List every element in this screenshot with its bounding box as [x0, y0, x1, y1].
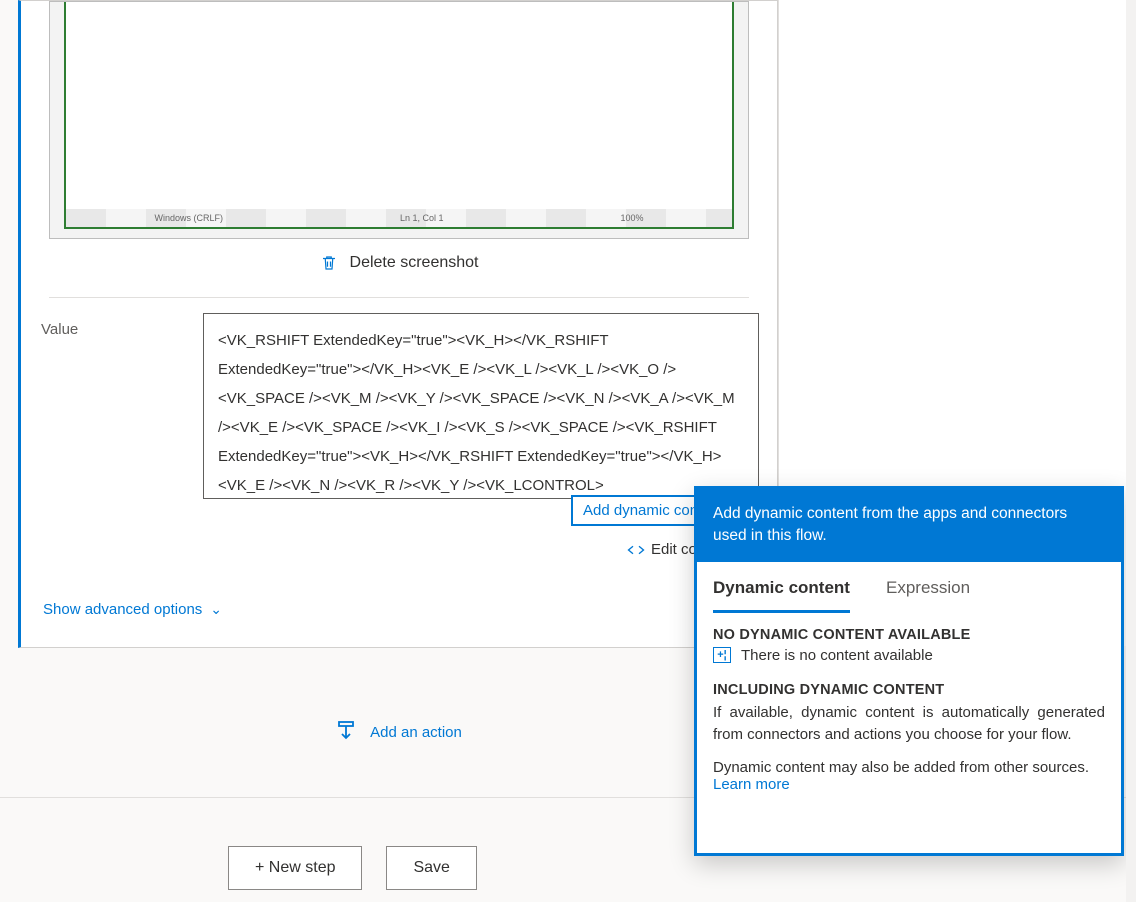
insert-box-icon: +¦: [713, 647, 731, 663]
screenshot-inner: Windows (CRLF) Ln 1, Col 1 100%: [64, 2, 734, 229]
add-an-action-label: Add an action: [370, 724, 462, 741]
status-caret: Ln 1, Col 1: [400, 213, 444, 223]
vertical-scrollbar[interactable]: [1126, 0, 1136, 902]
value-label: Value: [41, 321, 78, 338]
delete-screenshot-button[interactable]: Delete screenshot: [49, 253, 749, 273]
no-content-title: NO DYNAMIC CONTENT AVAILABLE: [713, 627, 1105, 643]
code-icon: [627, 543, 643, 557]
flyout-header: Add dynamic content from the apps and co…: [697, 489, 1121, 562]
new-step-button[interactable]: + New step: [228, 846, 362, 890]
show-advanced-options[interactable]: Show advanced options ⌄: [43, 601, 222, 618]
edit-code-button[interactable]: Edit co: [627, 541, 697, 558]
including-title: INCLUDING DYNAMIC CONTENT: [713, 682, 1105, 698]
value-text: <VK_RSHIFT ExtendedKey="true"><VK_H></VK…: [218, 332, 735, 494]
learn-more-link[interactable]: Learn more: [713, 776, 1105, 793]
add-action-icon: [334, 720, 358, 744]
including-text: If available, dynamic content is automat…: [713, 702, 1105, 746]
dynamic-content-flyout: Add dynamic content from the apps and co…: [694, 486, 1124, 856]
edit-code-label: Edit co: [651, 541, 697, 558]
tab-expression[interactable]: Expression: [886, 578, 970, 613]
add-an-action-button[interactable]: Add an action: [18, 720, 778, 744]
other-sources-text: Dynamic content may also be added from o…: [713, 759, 1105, 776]
show-advanced-label: Show advanced options: [43, 601, 202, 618]
chevron-down-icon: ⌄: [210, 601, 222, 618]
action-card: Windows (CRLF) Ln 1, Col 1 100% Delete s…: [18, 0, 778, 648]
status-zoom: 100%: [620, 213, 643, 223]
save-button[interactable]: Save: [386, 846, 476, 890]
add-dynamic-content-link[interactable]: Add dynamic con: [571, 495, 710, 526]
flyout-tabs: Dynamic content Expression: [697, 562, 1121, 613]
add-dynamic-content-label: Add dynamic con: [583, 502, 698, 519]
no-content-text: There is no content available: [741, 647, 933, 664]
divider: [49, 297, 749, 298]
value-input[interactable]: <VK_RSHIFT ExtendedKey="true"><VK_H></VK…: [203, 313, 759, 499]
flyout-body: NO DYNAMIC CONTENT AVAILABLE +¦ There is…: [697, 613, 1121, 794]
screenshot-preview: Windows (CRLF) Ln 1, Col 1 100%: [49, 1, 749, 239]
tab-dynamic-content[interactable]: Dynamic content: [713, 578, 850, 613]
status-encoding: Windows (CRLF): [154, 213, 223, 223]
delete-screenshot-label: Delete screenshot: [350, 254, 479, 272]
screenshot-statusbar: Windows (CRLF) Ln 1, Col 1 100%: [66, 209, 732, 227]
trash-icon: [320, 253, 338, 273]
